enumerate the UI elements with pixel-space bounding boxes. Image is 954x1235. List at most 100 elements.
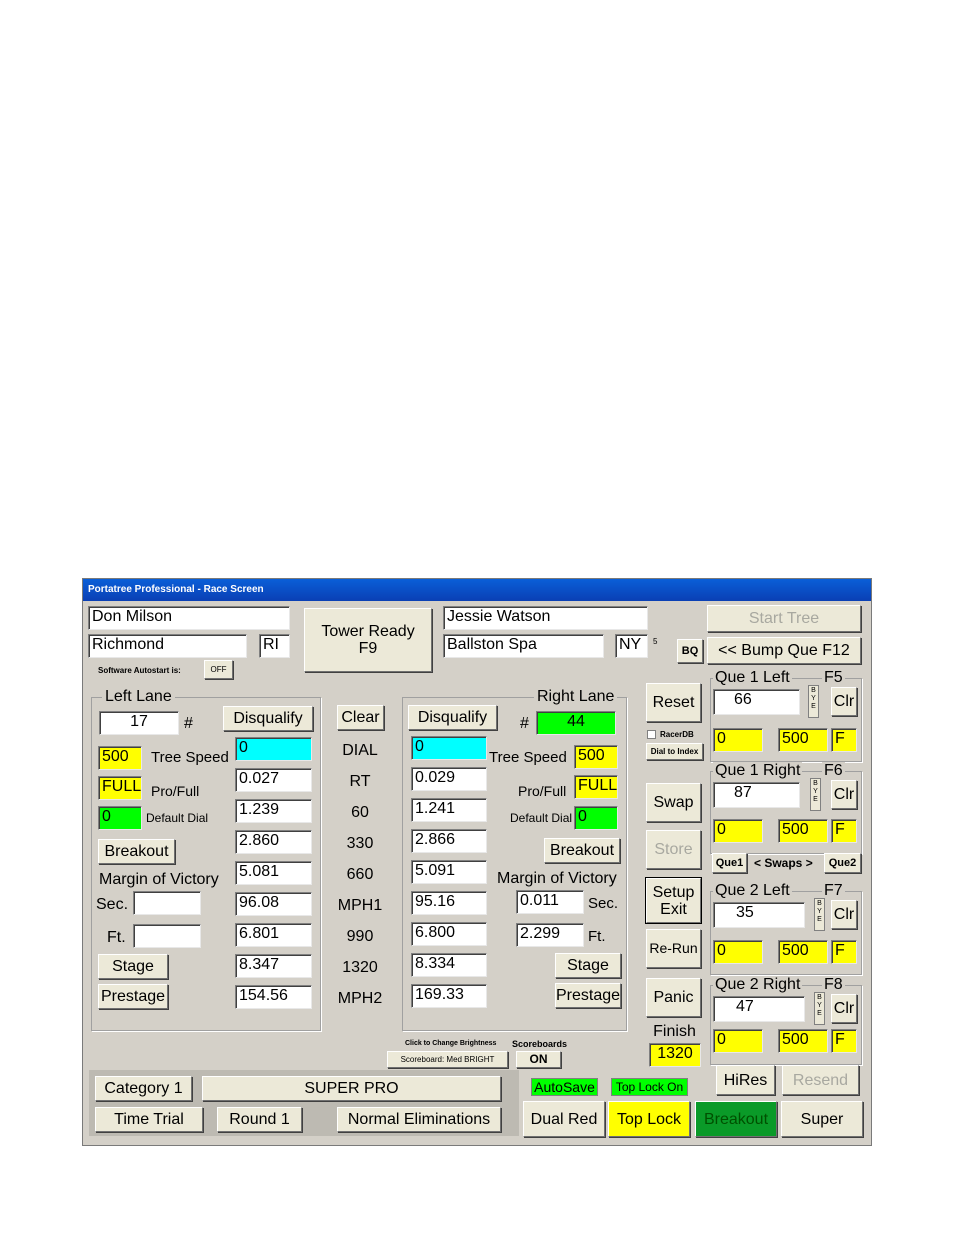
que1-left-number[interactable]: 66	[713, 689, 800, 715]
right-dial[interactable]: 0	[411, 736, 487, 760]
que2-right-number[interactable]: 47	[713, 996, 805, 1022]
right-margin-ft[interactable]: 2.299	[516, 923, 584, 947]
que2-button[interactable]: Que2	[824, 853, 861, 873]
bump-que-button[interactable]: << Bump Que F12	[707, 637, 861, 664]
autostart-toggle[interactable]: OFF	[204, 660, 233, 679]
scoreboard-on-button[interactable]: ON	[516, 1051, 561, 1068]
left-prestage-button[interactable]: Prestage	[98, 984, 168, 1009]
start-tree-button[interactable]: Start Tree	[707, 605, 861, 632]
hires-button[interactable]: HiRes	[716, 1065, 775, 1095]
breakout-mode-button[interactable]: Breakout	[695, 1101, 777, 1137]
eliminations-button[interactable]: Normal Eliminations	[337, 1107, 501, 1132]
que2-left-full[interactable]: F	[831, 940, 857, 964]
left-1320ft[interactable]: 8.347	[235, 954, 312, 978]
store-button[interactable]: Store	[646, 830, 701, 869]
left-pro-full-value[interactable]: FULL	[98, 776, 142, 800]
left-default-dial-value[interactable]: 0	[98, 806, 142, 830]
right-racer-city[interactable]: Ballston Spa	[443, 634, 604, 658]
right-rt[interactable]: 0.029	[411, 767, 487, 791]
right-prestage-button[interactable]: Prestage	[555, 983, 621, 1008]
left-mph1[interactable]: 96.08	[235, 892, 312, 916]
right-breakout-button[interactable]: Breakout	[544, 838, 620, 863]
left-330ft[interactable]: 2.860	[235, 830, 312, 854]
panic-button[interactable]: Panic	[646, 978, 701, 1017]
left-car-number[interactable]: 17	[99, 711, 179, 735]
round-button[interactable]: Round 1	[217, 1107, 302, 1132]
que1-right-tree-speed[interactable]: 500	[778, 819, 828, 843]
right-1320ft[interactable]: 8.334	[411, 953, 487, 977]
left-margin-sec[interactable]	[133, 891, 201, 915]
right-330ft[interactable]: 2.866	[411, 829, 487, 853]
left-racer-city[interactable]: Richmond	[88, 634, 247, 658]
reset-button[interactable]: Reset	[646, 683, 701, 722]
que1-left-dial[interactable]: 0	[713, 728, 763, 752]
top-lock-button[interactable]: Top Lock	[608, 1101, 690, 1137]
que2-left-dial[interactable]: 0	[713, 940, 763, 964]
left-disqualify-button[interactable]: Disqualify	[223, 706, 313, 731]
class-button[interactable]: SUPER PRO	[202, 1076, 501, 1101]
left-990ft[interactable]: 6.801	[235, 923, 312, 947]
left-racer-state[interactable]: RI	[259, 634, 290, 658]
right-tree-speed-value[interactable]: 500	[574, 745, 618, 769]
right-mph1[interactable]: 95.16	[411, 891, 487, 915]
time-trial-button[interactable]: Time Trial	[95, 1107, 203, 1132]
left-breakout-button[interactable]: Breakout	[98, 839, 175, 864]
que1-left-bye-button[interactable]: B Y E	[808, 685, 819, 718]
que1-right-dial[interactable]: 0	[713, 819, 763, 843]
que1-button[interactable]: Que1	[712, 853, 747, 873]
left-mph2[interactable]: 154.56	[235, 985, 312, 1009]
left-dial[interactable]: 0	[235, 737, 312, 761]
clear-button[interactable]: Clear	[337, 705, 384, 730]
setup-exit-button[interactable]: Setup Exit	[646, 878, 701, 923]
right-margin-sec[interactable]: 0.011	[516, 890, 584, 914]
bq-button[interactable]: BQ	[677, 639, 703, 663]
que1-left-clr-button[interactable]: Clr	[831, 687, 857, 716]
rerun-button[interactable]: Re-Run	[646, 929, 701, 968]
que2-right-dial[interactable]: 0	[713, 1029, 763, 1053]
tower-ready-button[interactable]: Tower Ready F9	[304, 608, 432, 672]
que1-right-full[interactable]: F	[831, 819, 857, 843]
dual-red-button[interactable]: Dual Red	[523, 1101, 605, 1137]
right-stage-button[interactable]: Stage	[555, 953, 621, 978]
left-660ft[interactable]: 5.081	[235, 861, 312, 885]
scoreboard-brightness-button[interactable]: Scoreboard: Med BRIGHT	[387, 1051, 508, 1068]
dial-to-index-button[interactable]: Dial to Index	[646, 743, 703, 760]
right-pro-full-value[interactable]: FULL	[574, 775, 618, 799]
que1-right-clr-button[interactable]: Clr	[831, 780, 857, 809]
right-car-number[interactable]: 44	[536, 711, 616, 735]
right-lane-label: Right Lane	[534, 688, 618, 706]
que2-right-clr-button[interactable]: Clr	[831, 994, 857, 1023]
right-60ft[interactable]: 1.241	[411, 798, 487, 822]
swap-button[interactable]: Swap	[646, 783, 701, 822]
left-stage-button[interactable]: Stage	[98, 954, 168, 979]
right-racer-state[interactable]: NY	[615, 634, 648, 658]
left-margin-ft[interactable]	[133, 924, 201, 948]
que1-left-tree-speed[interactable]: 500	[778, 728, 828, 752]
que2-left-bye-button[interactable]: B Y E	[814, 898, 825, 931]
que2-left-number[interactable]: 35	[713, 902, 805, 928]
que2-right-full[interactable]: F	[831, 1029, 857, 1053]
que2-left-tree-speed[interactable]: 500	[778, 940, 828, 964]
right-mph2[interactable]: 169.33	[411, 984, 487, 1008]
left-60ft[interactable]: 1.239	[235, 799, 312, 823]
racerdb-checkbox[interactable]	[647, 730, 656, 739]
left-racer-name[interactable]: Don Milson	[88, 606, 290, 630]
category-button[interactable]: Category 1	[95, 1076, 192, 1101]
que1-right-bye-button[interactable]: B Y E	[810, 778, 821, 811]
right-default-dial-value[interactable]: 0	[574, 806, 618, 830]
right-660ft[interactable]: 5.091	[411, 860, 487, 884]
que2-left-label: Que 2 Left	[713, 882, 792, 900]
que2-right-bye-button[interactable]: B Y E	[814, 992, 825, 1025]
super-button[interactable]: Super	[781, 1101, 863, 1137]
que1-left-full[interactable]: F	[831, 728, 857, 752]
que1-right-number[interactable]: 87	[713, 782, 800, 808]
right-disqualify-button[interactable]: Disqualify	[408, 705, 497, 730]
resend-button[interactable]: Resend	[782, 1065, 859, 1095]
left-tree-speed-value[interactable]: 500	[98, 746, 142, 770]
left-rt[interactable]: 0.027	[235, 768, 312, 792]
right-990ft[interactable]: 6.800	[411, 922, 487, 946]
finish-value[interactable]: 1320	[649, 1043, 701, 1067]
que2-left-clr-button[interactable]: Clr	[831, 900, 857, 929]
que2-right-tree-speed[interactable]: 500	[778, 1029, 828, 1053]
right-racer-name[interactable]: Jessie Watson	[443, 606, 648, 630]
